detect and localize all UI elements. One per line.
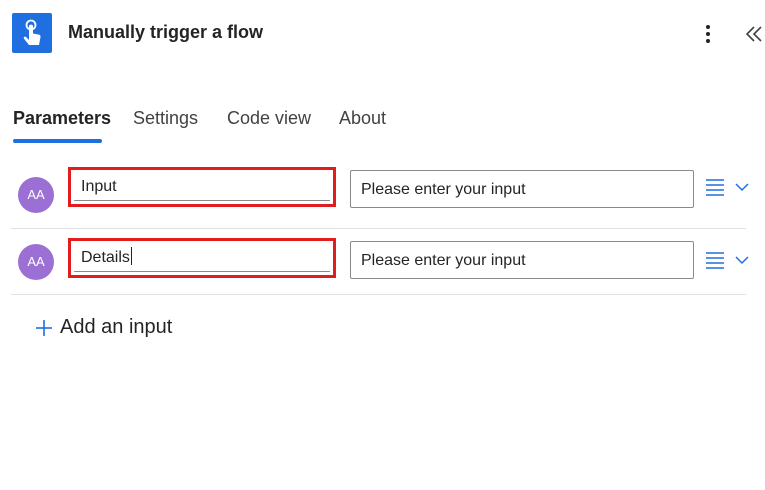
input-value-placeholder: Please enter your input <box>361 252 526 269</box>
avatar-text: AA <box>27 254 45 269</box>
tab-label: Code view <box>227 108 312 128</box>
menu-lines-icon[interactable] <box>705 250 725 270</box>
add-input-label: Add an input <box>60 316 173 338</box>
tab-label: Settings <box>133 108 199 128</box>
text-cursor <box>130 247 132 265</box>
input-name-field-highlighted[interactable]: Input <box>68 167 336 207</box>
input-name-value[interactable]: Input <box>74 173 330 201</box>
chevron-down-icon[interactable] <box>734 250 750 270</box>
tab-settings[interactable]: Settings <box>133 107 198 143</box>
touch-hand-icon <box>12 13 52 53</box>
page-title: Manually trigger a flow <box>68 22 264 42</box>
menu-lines-icon[interactable] <box>705 177 725 197</box>
active-tab-indicator <box>13 139 102 143</box>
row-divider <box>11 294 746 295</box>
tab-parameters[interactable]: Parameters <box>13 107 111 143</box>
tab-about[interactable]: About <box>339 107 386 143</box>
input-name-text: Input <box>81 178 117 195</box>
tab-label: Parameters <box>13 108 112 128</box>
tab-label: About <box>339 108 387 128</box>
text-type-avatar: AA <box>18 177 54 213</box>
chevron-down-icon[interactable] <box>734 177 750 197</box>
input-name-value[interactable]: Details <box>74 244 330 272</box>
avatar-text: AA <box>27 187 45 202</box>
input-name-text: Details <box>81 249 130 266</box>
input-name-field-highlighted[interactable]: Details <box>68 238 336 278</box>
double-chevron-left-icon[interactable] <box>743 22 765 46</box>
tab-code-view[interactable]: Code view <box>227 107 311 143</box>
input-row: AA Input Please enter your input <box>11 163 749 229</box>
input-value-placeholder: Please enter your input <box>361 181 526 198</box>
input-value-field[interactable]: Please enter your input <box>350 170 694 208</box>
plus-icon <box>35 319 53 337</box>
text-type-avatar: AA <box>18 244 54 280</box>
more-vertical-icon[interactable] <box>698 22 718 46</box>
input-value-field[interactable]: Please enter your input <box>350 241 694 279</box>
input-row: AA Details Please enter your input <box>11 229 749 295</box>
